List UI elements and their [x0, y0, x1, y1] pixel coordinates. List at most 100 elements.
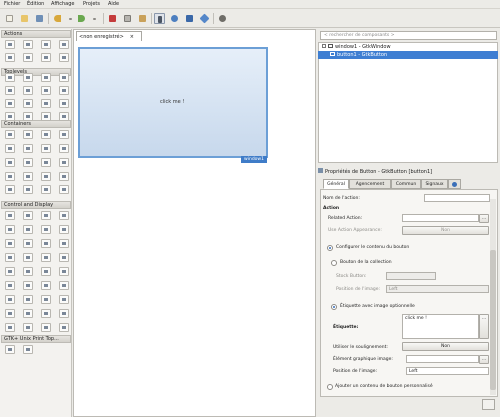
palette-widget-icon[interactable]	[59, 112, 69, 121]
palette-widget-icon[interactable]	[41, 185, 51, 194]
palette-widget-icon[interactable]	[23, 225, 33, 234]
palette-category-actions[interactable]: Actions	[1, 30, 71, 38]
palette-widget-icon[interactable]	[41, 309, 51, 318]
palette-widget-icon[interactable]	[5, 211, 15, 220]
palette-widget-icon[interactable]	[59, 53, 69, 62]
palette-widget-icon[interactable]	[5, 112, 15, 121]
accessibility-icon[interactable]	[448, 179, 461, 189]
palette-widget-icon[interactable]	[5, 345, 15, 354]
open-icon[interactable]	[19, 13, 30, 24]
save-icon[interactable]	[34, 13, 45, 24]
tree-node-button1[interactable]: button1 - GtkButton	[318, 51, 498, 59]
palette-widget-icon[interactable]	[5, 267, 15, 276]
palette-widget-icon[interactable]	[23, 144, 33, 153]
menu-aide[interactable]: Aide	[108, 1, 119, 7]
palette-widget-icon[interactable]	[59, 86, 69, 95]
palette-widget-icon[interactable]	[41, 239, 51, 248]
palette-widget-icon[interactable]	[41, 130, 51, 139]
palette-widget-icon[interactable]	[5, 73, 15, 82]
palette-widget-icon[interactable]	[23, 40, 33, 49]
palette-widget-icon[interactable]	[23, 158, 33, 167]
related-action-button[interactable]: …	[479, 214, 489, 223]
palette-widget-icon[interactable]	[5, 40, 15, 49]
palette-widget-icon[interactable]	[5, 53, 15, 62]
palette-widget-icon[interactable]	[59, 267, 69, 276]
palette-widget-icon[interactable]	[23, 53, 33, 62]
name-field[interactable]	[424, 194, 490, 202]
palette-widget-icon[interactable]	[41, 112, 51, 121]
insert-icon[interactable]	[184, 13, 195, 24]
palette-widget-icon[interactable]	[41, 99, 51, 108]
palette-widget-icon[interactable]	[23, 345, 33, 354]
image-position-select[interactable]: Left	[386, 285, 489, 293]
select-icon[interactable]	[154, 13, 165, 24]
palette-widget-icon[interactable]	[23, 309, 33, 318]
paste-icon[interactable]	[137, 13, 148, 24]
palette-widget-icon[interactable]	[23, 323, 33, 332]
stock-button-select[interactable]	[386, 272, 436, 280]
palette-widget-icon[interactable]	[23, 130, 33, 139]
label-edit-button[interactable]: …	[479, 314, 489, 339]
palette-widget-icon[interactable]	[59, 99, 69, 108]
palette-widget-icon[interactable]	[59, 295, 69, 304]
search-input[interactable]: < rechercher de composants >	[320, 31, 497, 40]
cut-icon[interactable]	[107, 13, 118, 24]
palette-widget-icon[interactable]	[41, 211, 51, 220]
menu-affichage[interactable]: Affichage	[51, 1, 75, 7]
palette-widget-icon[interactable]	[5, 158, 15, 167]
redo-icon[interactable]	[76, 13, 87, 24]
image-widget-button[interactable]: …	[479, 355, 489, 364]
palette-widget-icon[interactable]	[5, 253, 15, 262]
palette-widget-icon[interactable]	[23, 112, 33, 121]
palette-widget-icon[interactable]	[41, 73, 51, 82]
palette-widget-icon[interactable]	[5, 185, 15, 194]
palette-widget-icon[interactable]	[59, 40, 69, 49]
clear-icon[interactable]	[482, 399, 495, 410]
palette-widget-icon[interactable]	[5, 172, 15, 181]
gear-icon[interactable]	[217, 13, 228, 24]
star-icon[interactable]	[199, 13, 210, 24]
palette-widget-icon[interactable]	[5, 144, 15, 153]
palette-widget-icon[interactable]	[59, 239, 69, 248]
undo-icon[interactable]	[52, 13, 63, 24]
palette-widget-icon[interactable]	[59, 211, 69, 220]
palette-widget-icon[interactable]	[5, 239, 15, 248]
palette-widget-icon[interactable]	[41, 144, 51, 153]
palette-widget-icon[interactable]	[41, 225, 51, 234]
image-position2-select[interactable]: Left	[406, 367, 489, 375]
palette-widget-icon[interactable]	[23, 211, 33, 220]
tab-signaux[interactable]: Signaux	[421, 179, 448, 189]
palette-category-containers[interactable]: Containers	[1, 120, 71, 128]
palette-widget-icon[interactable]	[23, 239, 33, 248]
menu-fichier[interactable]: Fichier	[4, 1, 20, 7]
use-action-appearance-toggle[interactable]: Non	[402, 226, 489, 235]
palette-widget-icon[interactable]	[23, 253, 33, 262]
close-icon[interactable]: ×	[130, 34, 134, 40]
palette-widget-icon[interactable]	[59, 158, 69, 167]
image-widget-field[interactable]	[406, 355, 479, 363]
palette-widget-icon[interactable]	[5, 295, 15, 304]
palette-widget-icon[interactable]	[5, 309, 15, 318]
palette-widget-icon[interactable]	[23, 281, 33, 290]
label-textarea[interactable]: click me !	[402, 314, 479, 339]
tab-commun[interactable]: Commun	[391, 179, 421, 189]
palette-widget-icon[interactable]	[5, 99, 15, 108]
palette-widget-icon[interactable]	[59, 309, 69, 318]
palette-widget-icon[interactable]	[59, 225, 69, 234]
palette-widget-icon[interactable]	[41, 281, 51, 290]
move-icon[interactable]	[169, 13, 180, 24]
palette-widget-icon[interactable]	[59, 253, 69, 262]
palette-widget-icon[interactable]	[41, 40, 51, 49]
palette-widget-icon[interactable]	[41, 158, 51, 167]
palette-category-print[interactable]: GTK+ Unix Print Top...	[1, 335, 71, 343]
palette-widget-icon[interactable]	[59, 323, 69, 332]
palette-widget-icon[interactable]	[41, 323, 51, 332]
menu-edition[interactable]: Édition	[27, 1, 44, 7]
palette-widget-icon[interactable]	[41, 86, 51, 95]
palette-widget-icon[interactable]	[41, 295, 51, 304]
tab-agencement[interactable]: Agencement	[349, 179, 391, 189]
palette-widget-icon[interactable]	[5, 281, 15, 290]
palette-widget-icon[interactable]	[5, 323, 15, 332]
palette-widget-icon[interactable]	[59, 172, 69, 181]
palette-widget-icon[interactable]	[59, 73, 69, 82]
